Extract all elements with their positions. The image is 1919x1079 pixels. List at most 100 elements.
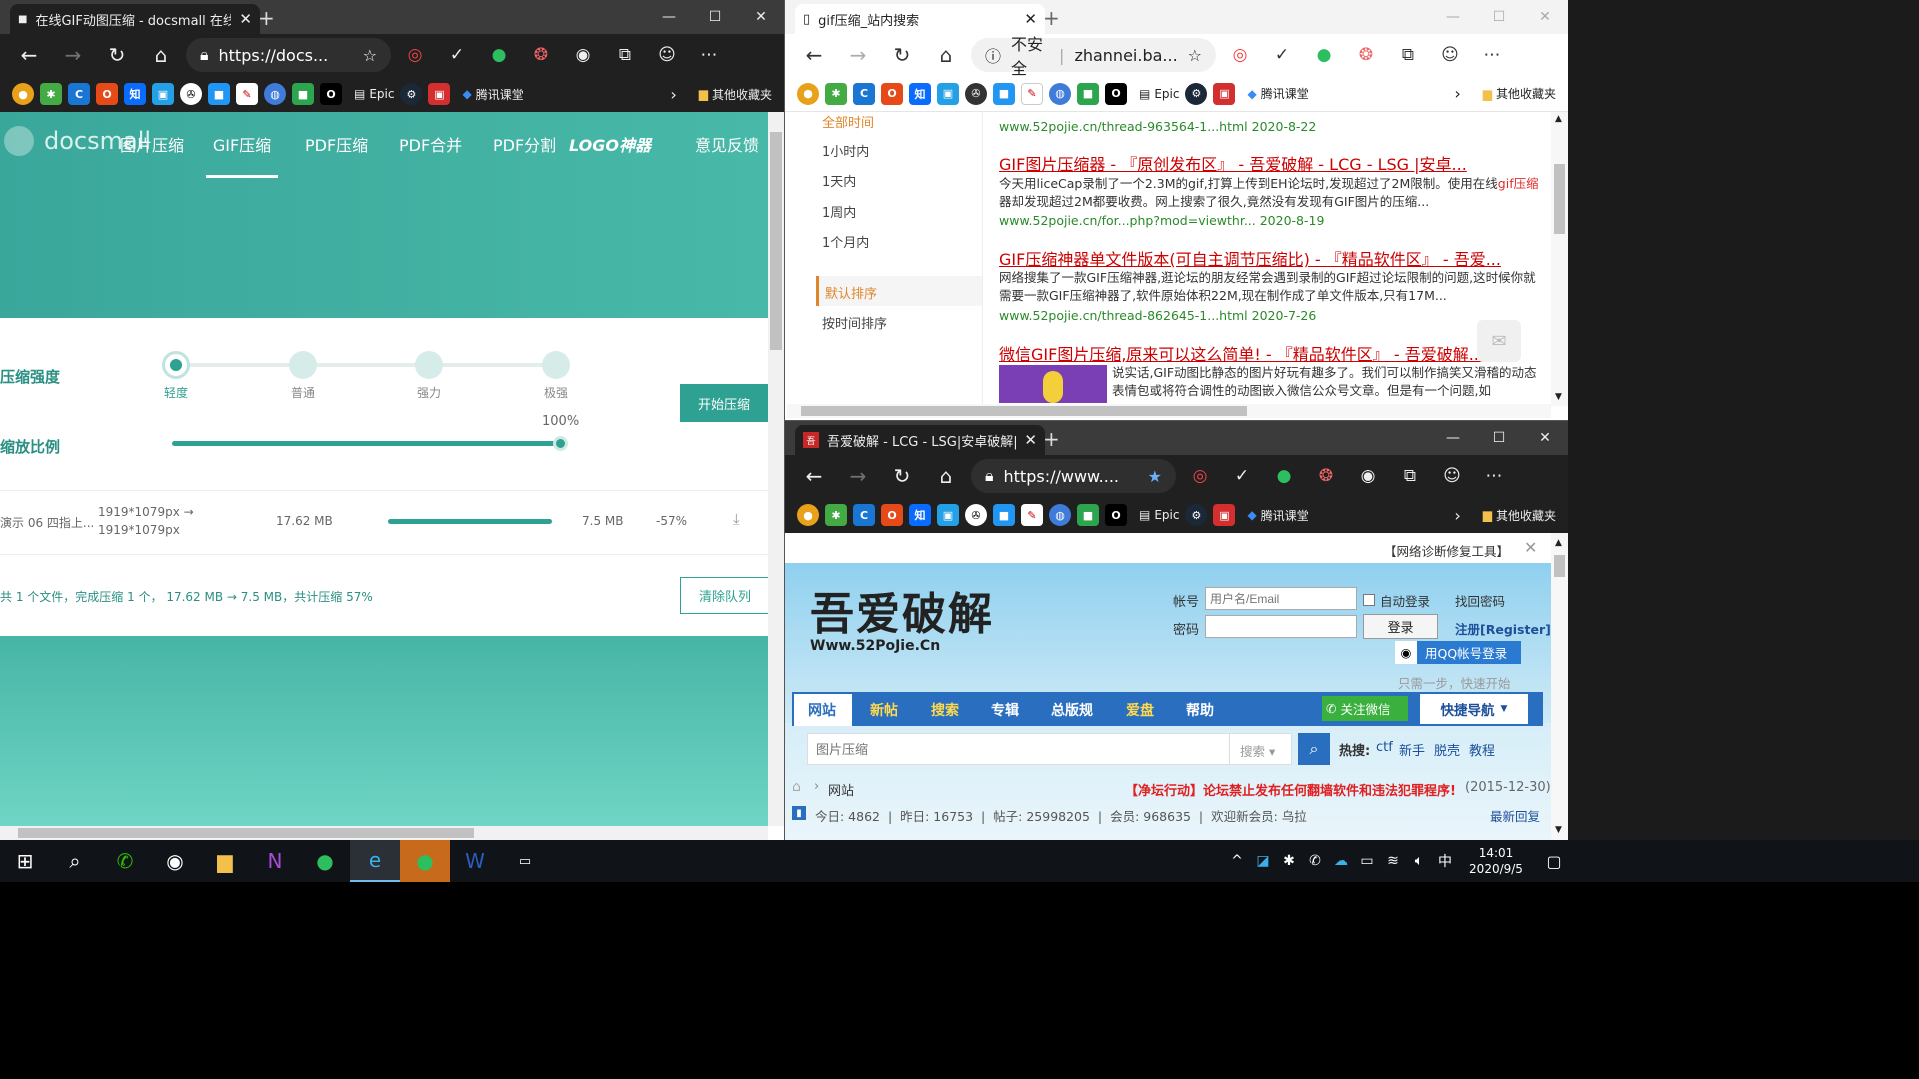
nav-image-compress[interactable]: 图片压缩 <box>120 132 184 156</box>
result-0-url[interactable]: www.52pojie.cn/thread-963564-1...html 20… <box>999 119 1316 134</box>
br-favorites-overflow-icon[interactable]: › <box>1454 506 1460 525</box>
tr-extension-evernote-icon[interactable]: ● <box>1306 39 1342 71</box>
password-input[interactable] <box>1205 615 1357 638</box>
refresh-icon[interactable]: ↻ <box>98 39 136 71</box>
new-tab-button[interactable]: + <box>258 6 275 30</box>
tray-chevron-icon[interactable]: ^ <box>1224 840 1250 882</box>
tr-maximize-button[interactable]: ☐ <box>1476 0 1522 34</box>
tr-address-bar[interactable]: ⓘ 不安全 | zhannei.ba... ☆ <box>971 35 1216 78</box>
br-fav-leaf-icon[interactable]: ✱ <box>825 504 847 526</box>
clock[interactable]: 14:01 2020/9/5 <box>1458 845 1534 877</box>
hot-word-ctf[interactable]: ctf <box>1376 740 1393 755</box>
tr-fav-epic[interactable]: ▤ Epic <box>1139 87 1179 101</box>
br-scroll-up-icon[interactable]: ▲ <box>1555 538 1562 548</box>
qq-app-icon[interactable]: ◉ <box>150 840 200 882</box>
onenote-app-icon[interactable]: N <box>250 840 300 882</box>
hot-word-tutorial[interactable]: 教程 <box>1469 740 1495 759</box>
br-fav-epic[interactable]: ▤ Epic <box>1139 508 1179 522</box>
ime-indicator[interactable]: 中 <box>1432 840 1458 882</box>
nav-new-posts[interactable]: 新帖 <box>870 700 898 720</box>
tr-scroll-up-icon[interactable]: ▲ <box>1555 114 1562 124</box>
horizontal-scroll-thumb[interactable] <box>18 828 474 838</box>
qq-login-button[interactable]: ◉ 用QQ帐号登录 <box>1395 641 1521 664</box>
br-more-menu-icon[interactable]: ⋯ <box>1476 460 1512 492</box>
tr-other-favorites[interactable]: ▆ 其他收藏夹 <box>1483 85 1556 102</box>
br-extension-translate-icon[interactable]: ❂ <box>1308 460 1344 492</box>
wechat-app-icon[interactable]: ✆ <box>100 840 150 882</box>
tr-profile-avatar-icon[interactable]: ☺ <box>1432 39 1468 71</box>
fav-zhihu-icon[interactable]: 知 <box>124 83 146 105</box>
tr-fav-circle-icon[interactable]: O <box>1105 82 1127 105</box>
hot-word-unpack[interactable]: 脱壳 <box>1434 740 1460 759</box>
br-fav-office-icon[interactable]: O <box>881 504 903 526</box>
tr-fav-blue-icon[interactable]: ■ <box>993 82 1015 105</box>
start-compress-button[interactable]: 开始压缩 <box>680 384 768 422</box>
tray-app-icon[interactable]: ◪ <box>1250 840 1276 882</box>
nav-logo-tool[interactable]: LOGO神器 <box>569 132 651 156</box>
nav-pdf-split[interactable]: PDF分割 <box>493 132 556 156</box>
fav-red-icon[interactable]: ▣ <box>428 83 451 105</box>
fav-steam-icon[interactable]: ⚙ <box>400 83 423 105</box>
start-windows-icon[interactable]: ⊞ <box>0 840 50 882</box>
br-close-tab-icon[interactable]: ✕ <box>1024 431 1037 449</box>
extension-translate-icon[interactable]: ❂ <box>523 39 559 71</box>
tr-scroll-down-icon[interactable]: ▼ <box>1555 392 1562 402</box>
br-vertical-scrollbar[interactable]: ▲ ▼ <box>1551 533 1568 840</box>
tr-scroll-thumb[interactable] <box>1554 164 1565 234</box>
br-collections-icon[interactable]: ⧉ <box>1392 460 1428 492</box>
nav-rules[interactable]: 总版规 <box>1051 700 1093 720</box>
filter-all-time[interactable]: 全部时间 <box>822 112 874 131</box>
br-fav-blue-icon[interactable]: ■ <box>993 504 1015 526</box>
result-1-title[interactable]: GIF图片压缩器 - 『原创发布区』 - 吾爱破解 - LCG - LSG |安… <box>999 151 1467 175</box>
br-home-icon[interactable]: ⌂ <box>927 460 965 492</box>
result-2-url[interactable]: www.52pojie.cn/thread-862645-1...html 20… <box>999 308 1316 323</box>
minimize-button[interactable]: — <box>646 0 692 34</box>
br-new-tab-button[interactable]: + <box>1043 427 1060 451</box>
br-fav-steam-icon[interactable]: ⚙ <box>1185 504 1208 526</box>
tr-close-window-button[interactable]: ✕ <box>1522 0 1568 34</box>
fav-green-icon[interactable]: ■ <box>292 83 314 105</box>
br-fav-globe-icon[interactable]: ◍ <box>1049 504 1071 526</box>
tr-extension-color-icon[interactable]: ◎ <box>1222 39 1258 71</box>
filter-1-week[interactable]: 1周内 <box>822 202 856 221</box>
result-2-title[interactable]: GIF压缩神器单文件版本(可自主调节压缩比) - 『精品软件区』 - 吾爱... <box>999 246 1501 270</box>
nav-help[interactable]: 帮助 <box>1186 700 1214 720</box>
br-back-icon[interactable]: ← <box>795 460 833 492</box>
home-breadcrumb-icon[interactable]: ⌂ <box>792 779 801 795</box>
clear-queue-button[interactable]: 清除队列 <box>680 577 770 614</box>
result-3-thumbnail[interactable] <box>999 365 1107 403</box>
scale-slider-track[interactable] <box>172 441 562 446</box>
sort-default[interactable]: 默认排序 <box>825 283 877 302</box>
favorite-star-icon[interactable]: ☆ <box>363 46 377 65</box>
br-refresh-icon[interactable]: ↻ <box>883 460 921 492</box>
extension-color-icon[interactable]: ◎ <box>397 39 433 71</box>
latest-reply-link[interactable]: 最新回复 <box>1490 806 1540 825</box>
vertical-scrollbar[interactable] <box>768 112 784 826</box>
fav-epic[interactable]: ▤ Epic <box>354 87 394 101</box>
tr-vertical-scrollbar[interactable]: ▲ ▼ <box>1551 112 1568 406</box>
br-fav-bilibili-icon[interactable]: ▣ <box>937 504 959 526</box>
terminal-app-icon[interactable]: ▭ <box>500 840 550 882</box>
notification-center-icon[interactable]: ▢ <box>1534 840 1574 882</box>
nav-search[interactable]: 搜索 <box>931 700 959 720</box>
fav-game-icon[interactable]: ✇ <box>180 83 202 105</box>
nav-pdf-merge[interactable]: PDF合并 <box>399 132 462 156</box>
fav-tencent-class[interactable]: ◆ 腾讯课堂 <box>462 86 523 103</box>
tr-refresh-icon[interactable]: ↻ <box>883 39 921 71</box>
br-extension-evernote-icon[interactable]: ● <box>1266 460 1302 492</box>
nav-site[interactable]: 网站 <box>808 700 836 720</box>
network-diag-link[interactable]: 【网络诊断修复工具】 <box>1384 541 1509 560</box>
tr-fav-bilibili-icon[interactable]: ▣ <box>937 82 959 105</box>
nav-aipan[interactable]: 爱盘 <box>1126 700 1154 720</box>
fav-bilibili-icon[interactable]: ▣ <box>152 83 174 105</box>
br-other-favorites[interactable]: ▆ 其他收藏夹 <box>1483 507 1556 524</box>
tray-volume-icon[interactable]: 🔈︎ <box>1406 840 1432 882</box>
close-tab-icon[interactable]: ✕ <box>239 10 252 28</box>
edge-app-icon[interactable]: e <box>350 840 400 882</box>
level-normal-dot[interactable] <box>289 351 317 379</box>
nav-albums[interactable]: 专辑 <box>991 700 1019 720</box>
level-light-dot[interactable] <box>162 351 190 379</box>
close-window-button[interactable]: ✕ <box>738 0 784 34</box>
tr-fav-game-icon[interactable]: ✇ <box>965 82 987 105</box>
tr-fav-c-icon[interactable]: C <box>853 82 875 105</box>
